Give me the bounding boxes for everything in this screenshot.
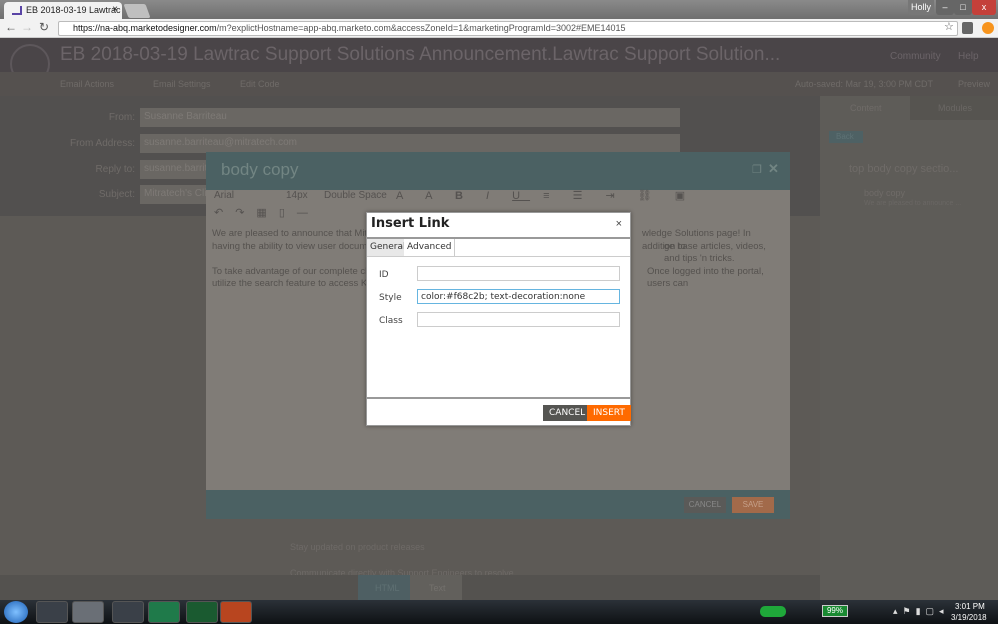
reload-icon[interactable]: ↻	[39, 20, 49, 34]
divider	[367, 256, 630, 257]
back-button[interactable]: Back	[829, 131, 863, 143]
class-label: Class	[379, 316, 403, 326]
marketo-favicon-icon	[12, 6, 22, 15]
item-desc: We are pleased to announce ...	[864, 200, 962, 207]
list-item: Communicate directly with Support Engine…	[290, 568, 514, 575]
insert-link-dialog: Insert Link × General Advanced ID Style …	[366, 212, 631, 426]
line-spacing-select[interactable]: Double Space	[324, 190, 387, 201]
preview-button[interactable]: Preview	[958, 79, 990, 89]
tray-icons[interactable]: ▴⚑▮▢◂	[893, 606, 949, 617]
tab-advanced[interactable]: Advanced	[404, 239, 456, 256]
class-input[interactable]	[417, 312, 620, 327]
from-label: From:	[108, 112, 135, 123]
forward-icon[interactable]: →	[21, 20, 33, 34]
tab-content[interactable]: Content	[850, 103, 882, 113]
extension-icon[interactable]	[962, 22, 973, 34]
style-label: Style	[379, 293, 402, 303]
tab-html[interactable]: HTML	[358, 575, 410, 600]
spotify-taskbar-icon[interactable]	[186, 601, 218, 623]
minimize-button[interactable]: –	[936, 0, 954, 15]
editor-cancel-button[interactable]: CANCEL	[684, 497, 726, 513]
cancel-button[interactable]: CANCEL	[543, 405, 592, 421]
back-icon[interactable]: ←	[5, 20, 17, 34]
format-buttons-row2[interactable]: ↶↷▦▯—	[214, 206, 320, 219]
page-title: EB 2018-03-19 Lawtrac Support Solutions …	[60, 44, 781, 65]
battery-icon[interactable]: 99%	[822, 605, 848, 617]
new-tab-button[interactable]	[123, 4, 151, 18]
tab-modules[interactable]: Modules	[910, 96, 998, 120]
hangouts-taskbar-icon[interactable]	[148, 601, 180, 623]
id-label: ID	[379, 270, 389, 280]
chrome-taskbar-icon[interactable]	[72, 601, 104, 623]
bookmark-star-icon[interactable]: ☆	[944, 20, 954, 33]
from-address-label: From Address:	[69, 138, 135, 149]
id-input[interactable]	[417, 266, 620, 281]
clock-time[interactable]: 3:01 PM	[955, 602, 985, 611]
email-actions-menu[interactable]: Email Actions	[60, 79, 114, 89]
font-size-select[interactable]: 14px	[286, 190, 308, 201]
insert-button[interactable]: INSERT	[587, 405, 631, 421]
divider	[367, 397, 630, 399]
browser-tab[interactable]: EB 2018-03-19 Lawtrac S ×	[4, 2, 122, 19]
dialog-title: Insert Link	[371, 216, 450, 231]
item-title: body copy	[864, 188, 906, 198]
style-input[interactable]	[417, 289, 620, 304]
status-indicator-icon[interactable]	[760, 606, 786, 617]
explorer-taskbar-icon[interactable]	[36, 601, 68, 623]
email-settings-button[interactable]: Email Settings	[153, 79, 211, 89]
url-input[interactable]: https://na-abq.marketodesigner.com/m?exp…	[58, 21, 958, 36]
reply-to-label: Reply to:	[95, 164, 135, 175]
maximize-icon[interactable]: ❐	[752, 163, 762, 176]
subject-label: Subject:	[98, 189, 135, 200]
close-window-button[interactable]: x	[972, 0, 996, 15]
from-address-field[interactable]: susanne.barriteau@mitratech.com	[140, 134, 680, 153]
edit-code-button[interactable]: Edit Code	[240, 79, 280, 89]
font-select[interactable]: Arial	[214, 190, 234, 201]
clock-date[interactable]: 3/19/2018	[951, 613, 987, 622]
editor-save-button[interactable]: SAVE	[732, 497, 774, 513]
section-title: top body copy sectio...	[849, 163, 959, 175]
powerpoint-taskbar-icon[interactable]	[220, 601, 252, 623]
extension-orange-icon[interactable]	[982, 22, 994, 34]
list-item: Stay updated on product releases	[290, 542, 425, 552]
profile-button[interactable]: Holly	[908, 0, 934, 15]
autosave-status: Auto-saved: Mar 19, 3:00 PM CDT	[795, 79, 934, 89]
maximize-button[interactable]: □	[954, 0, 972, 15]
apps-taskbar-icon[interactable]	[112, 601, 144, 623]
help-link[interactable]: Help	[958, 51, 979, 62]
from-field[interactable]: Susanne Barriteau	[140, 108, 680, 127]
editor-title: body copy	[206, 152, 790, 190]
tab-text[interactable]: Text	[410, 575, 462, 600]
community-link[interactable]: Community	[890, 51, 941, 62]
close-icon[interactable]: ✕	[768, 161, 779, 177]
close-tab-icon[interactable]: ×	[112, 4, 118, 15]
format-buttons[interactable]: A A B I U ≡ ☰ ⇥ ⛓ ▣	[396, 189, 695, 202]
start-button[interactable]	[4, 601, 28, 623]
close-icon[interactable]: ×	[616, 218, 622, 230]
